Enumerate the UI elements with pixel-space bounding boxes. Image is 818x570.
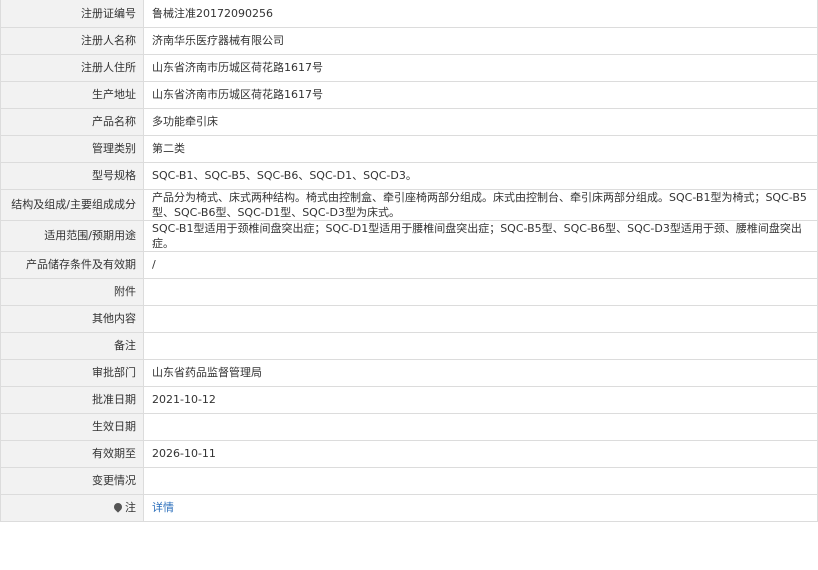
table-row: 注册证编号 鲁械注准20172090256 [0, 0, 818, 28]
row-value: SQC-B1、SQC-B5、SQC-B6、SQC-D1、SQC-D3。 [143, 161, 818, 190]
table-row: 生产地址 山东省济南市历城区荷花路1617号 [0, 80, 818, 109]
row-label: 注册人住所 [0, 53, 144, 82]
row-value: SQC-B1型适用于颈椎间盘突出症；SQC-D1型适用于腰椎间盘突出症；SQC-… [143, 219, 818, 252]
note-label: 注 [0, 493, 144, 522]
row-label: 批准日期 [0, 385, 144, 414]
table-row: 其他内容 [0, 304, 818, 333]
table-row: 注 详情 [0, 493, 818, 522]
row-label: 注册人名称 [0, 26, 144, 55]
row-value [143, 331, 818, 360]
table-row: 生效日期 [0, 412, 818, 441]
row-label: 适用范围/预期用途 [0, 219, 144, 252]
row-label: 生产地址 [0, 80, 144, 109]
note-label-text: 注 [125, 501, 136, 514]
table-row: 注册人住所 山东省济南市历城区荷花路1617号 [0, 53, 818, 82]
row-label: 结构及组成/主要组成成分 [0, 188, 144, 221]
table-row: 附件 [0, 277, 818, 306]
table-row: 管理类别 第二类 [0, 134, 818, 163]
details-link[interactable]: 详情 [152, 501, 174, 514]
row-value [143, 277, 818, 306]
row-value: 产品分为椅式、床式两种结构。椅式由控制盒、牵引座椅两部分组成。床式由控制台、牵引… [143, 188, 818, 221]
row-label: 产品储存条件及有效期 [0, 250, 144, 279]
row-label: 管理类别 [0, 134, 144, 163]
row-label: 产品名称 [0, 107, 144, 136]
row-value: 鲁械注准20172090256 [143, 0, 818, 28]
row-value: / [143, 250, 818, 279]
row-value [143, 466, 818, 495]
row-value: 多功能牵引床 [143, 107, 818, 136]
table-row: 审批部门 山东省药品监督管理局 [0, 358, 818, 387]
row-label: 型号规格 [0, 161, 144, 190]
table-row: 注册人名称 济南华乐医疗器械有限公司 [0, 26, 818, 55]
row-label: 其他内容 [0, 304, 144, 333]
table-row: 有效期至 2026-10-11 [0, 439, 818, 468]
row-value [143, 412, 818, 441]
row-value: 山东省济南市历城区荷花路1617号 [143, 80, 818, 109]
row-value: 2026-10-11 [143, 439, 818, 468]
row-label: 有效期至 [0, 439, 144, 468]
map-pin-icon [112, 501, 124, 513]
row-label: 附件 [0, 277, 144, 306]
table-row: 结构及组成/主要组成成分 产品分为椅式、床式两种结构。椅式由控制盒、牵引座椅两部… [0, 188, 818, 221]
note-value: 详情 [143, 493, 818, 522]
row-label: 变更情况 [0, 466, 144, 495]
table-row: 批准日期 2021-10-12 [0, 385, 818, 414]
table-row: 产品储存条件及有效期 / [0, 250, 818, 279]
row-value: 济南华乐医疗器械有限公司 [143, 26, 818, 55]
table-row: 变更情况 [0, 466, 818, 495]
row-label: 审批部门 [0, 358, 144, 387]
row-label: 备注 [0, 331, 144, 360]
table-row: 适用范围/预期用途 SQC-B1型适用于颈椎间盘突出症；SQC-D1型适用于腰椎… [0, 219, 818, 252]
row-value: 2021-10-12 [143, 385, 818, 414]
row-label: 生效日期 [0, 412, 144, 441]
row-value: 山东省药品监督管理局 [143, 358, 818, 387]
row-label: 注册证编号 [0, 0, 144, 28]
table-row: 型号规格 SQC-B1、SQC-B5、SQC-B6、SQC-D1、SQC-D3。 [0, 161, 818, 190]
row-value: 第二类 [143, 134, 818, 163]
table-row: 产品名称 多功能牵引床 [0, 107, 818, 136]
registration-detail-table: 注册证编号 鲁械注准20172090256 注册人名称 济南华乐医疗器械有限公司… [0, 0, 818, 522]
row-value [143, 304, 818, 333]
table-row: 备注 [0, 331, 818, 360]
row-value: 山东省济南市历城区荷花路1617号 [143, 53, 818, 82]
